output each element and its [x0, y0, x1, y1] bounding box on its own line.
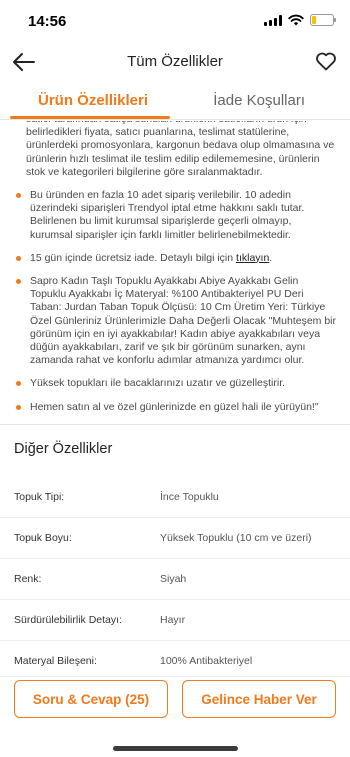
spec-value: 100% Antibakteriyel	[160, 654, 253, 667]
table-row: Sürdürülebilirlik Detayı: Hayır	[0, 600, 350, 641]
list-item: Hemen satın al ve özel günlerinizde en g…	[14, 401, 336, 414]
status-time: 14:56	[28, 13, 67, 30]
heels-text: Yüksek topukları ile bacaklarınızı uzatı…	[30, 377, 286, 390]
bullet-icon	[16, 193, 21, 199]
nav-bar: Tüm Özellikler	[0, 44, 350, 80]
bullet-icon	[16, 381, 21, 387]
product-description: Sapro Kadın Taşlı Topuklu Ayakkabı Abiye…	[30, 275, 337, 367]
signal-icon	[264, 14, 282, 26]
bottom-action-bar: Soru & Cevap (25) Gelince Haber Ver	[0, 676, 350, 757]
specs-table: Topuk Tipi: İnce Topuklu Topuk Boyu: Yük…	[0, 477, 350, 676]
other-specs-title: Diğer Özellikler	[14, 440, 113, 457]
page-title: Tüm Özellikler	[127, 53, 223, 70]
return-text-end: .	[269, 251, 273, 264]
description-intro: satıcı tarafından satışa sunulan ürünler…	[26, 121, 335, 178]
list-item: satıcı tarafından satışa sunulan ürünler…	[14, 121, 336, 179]
spec-value: Hayır	[160, 613, 186, 626]
description-list: satıcı tarafından satışa sunulan ürünler…	[0, 121, 350, 414]
spec-value: Yüksek Topuklu (10 cm ve üzeri)	[160, 531, 312, 544]
order-limit-text: Bu üründen en fazla 10 adet sipariş veri…	[30, 189, 305, 241]
tab-product-features[interactable]: Ürün Özellikleri	[38, 92, 148, 109]
return-details-link[interactable]: tıklayın	[236, 252, 269, 264]
table-row: Topuk Boyu: Yüksek Topuklu (10 cm ve üze…	[0, 518, 350, 559]
list-item: Yüksek topukları ile bacaklarınızı uzatı…	[14, 377, 336, 390]
table-row: Topuk Tipi: İnce Topuklu	[0, 477, 350, 518]
bullet-icon	[16, 404, 21, 410]
battery-icon	[310, 14, 336, 26]
table-row: Materyal Bileşeni: 100% Antibakteriyel	[0, 641, 350, 676]
active-tab-indicator	[10, 116, 170, 119]
home-indicator	[113, 746, 238, 751]
list-item: Bu üründen en fazla 10 adet sipariş veri…	[14, 189, 336, 242]
qa-button[interactable]: Soru & Cevap (25)	[14, 680, 168, 718]
list-item: Sapro Kadın Taşlı Topuklu Ayakkabı Abiye…	[14, 275, 336, 367]
spec-value: Siyah	[160, 572, 187, 585]
status-bar: 14:56	[0, 0, 350, 44]
spec-label: Renk:	[14, 572, 42, 585]
status-icons	[264, 14, 336, 26]
list-item: 15 gün içinde ücretsiz iade. Detaylı bil…	[14, 252, 336, 265]
notify-me-button[interactable]: Gelince Haber Ver	[182, 680, 336, 718]
wifi-icon	[288, 14, 304, 26]
spec-label: Topuk Tipi:	[14, 490, 65, 503]
bullet-icon	[16, 255, 21, 261]
return-text: 15 gün içinde ücretsiz iade. Detaylı bil…	[30, 251, 237, 264]
tab-return-conditions[interactable]: İade Koşulları	[213, 92, 305, 109]
spec-label: Materyal Bileşeni:	[14, 654, 97, 667]
table-row: Renk: Siyah	[0, 559, 350, 600]
content-scroll[interactable]: satıcı tarafından satışa sunulan ürünler…	[0, 121, 350, 676]
bullet-icon	[16, 279, 21, 285]
spec-value: İnce Topuklu	[160, 490, 219, 503]
spec-label: Topuk Boyu:	[14, 531, 72, 544]
buy-text: Hemen satın al ve özel günlerinizde en g…	[30, 400, 319, 413]
heart-icon[interactable]	[314, 49, 338, 73]
tab-bar: Ürün Özellikleri İade Koşulları	[0, 84, 350, 120]
spec-label: Sürdürülebilirlik Detayı:	[14, 613, 122, 626]
